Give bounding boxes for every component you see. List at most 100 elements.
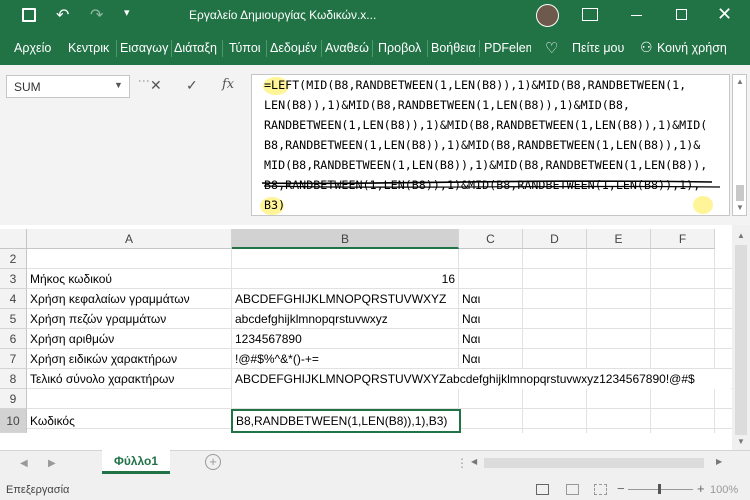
formula-line: =LEFT(MID(B8,RANDBETWEEN(1,LEN(B8)),1)&M… (264, 78, 687, 92)
tab-separator (321, 40, 322, 57)
scroll-down-icon[interactable]: ▼ (736, 203, 744, 212)
title-bar: ↶ ↷ ▾ Εργαλείο Δημιουργίας Κωδικών.x... … (0, 0, 750, 32)
tab-separator (372, 40, 373, 57)
formula-line: B3) (264, 198, 286, 212)
page-break-icon[interactable] (594, 484, 607, 495)
next-sheet-icon[interactable]: ▶ (48, 458, 56, 469)
scroll-left-icon[interactable]: ◀ (471, 457, 477, 466)
tab-data[interactable]: Δεδομέν (270, 41, 317, 55)
tab-separator (427, 40, 428, 57)
maximize-button[interactable] (676, 9, 687, 20)
cell-c7[interactable]: Ναι (459, 349, 480, 369)
cancel-icon[interactable]: ✕ (150, 77, 162, 94)
scroll-up-icon[interactable]: ▲ (737, 231, 745, 240)
share-button[interactable]: Κοινή χρήση (657, 41, 727, 55)
ribbon-tabs: Αρχείο Κεντρικ Εισαγωγ Διάταξη Τύποι Δεδ… (0, 32, 750, 65)
scroll-right-icon[interactable]: ▶ (716, 457, 722, 466)
select-all-corner[interactable] (0, 229, 27, 249)
cell-b8[interactable]: ABCDEFGHIJKLMNOPQRSTUVWXYZabcdefghijklmn… (232, 369, 731, 389)
cell-a5[interactable]: Χρήση πεζών γραμμάτων (27, 309, 166, 329)
sheet-tab-active[interactable]: Φύλλο1 (102, 450, 170, 474)
tab-insert[interactable]: Εισαγωγ (120, 41, 168, 55)
horizontal-scrollbar[interactable]: ◀ ▶ (468, 455, 730, 471)
column-header-a[interactable]: A (27, 229, 232, 249)
name-box[interactable]: SUM (6, 75, 130, 98)
tab-file[interactable]: Αρχείο (14, 41, 51, 55)
customize-toolbar-icon[interactable]: ▾ (124, 6, 130, 19)
cell-b7[interactable]: !@#$%^&*()-+= (232, 349, 319, 369)
save-icon[interactable] (22, 8, 36, 22)
zoom-out-icon[interactable]: − (617, 481, 625, 496)
undo-icon[interactable]: ↶ (56, 5, 69, 25)
column-header-e[interactable]: E (587, 229, 651, 249)
formula-input[interactable]: =LEFT(MID(B8,RANDBETWEEN(1,LEN(B8)),1)&M… (251, 74, 730, 216)
formula-line: B8,RANDBETWEEN(1,LEN(B8)),1)&MID(B8,RAND… (264, 138, 701, 152)
worksheet-grid: A B C D E F 2 3 4 5 6 7 8 9 10 Μήκος κωδ… (0, 225, 750, 450)
tab-formulas[interactable]: Τύποι (229, 41, 261, 55)
column-header-c[interactable]: C (459, 229, 523, 249)
status-mode: Επεξεργασία (6, 484, 70, 496)
name-box-dropdown-icon[interactable]: ▼ (114, 80, 123, 90)
formula-line: MID(B8,RANDBETWEEN(1,LEN(B8)),1)&MID(B8,… (264, 158, 708, 172)
cell-b4[interactable]: ABCDEFGHIJKLMNOPQRSTUVWXYZ (232, 289, 446, 309)
cell-a3[interactable]: Μήκος κωδικού (27, 269, 232, 289)
tab-home[interactable]: Κεντρικ (68, 41, 109, 55)
formula-scrollbar[interactable]: ▲ ▼ (732, 74, 747, 216)
formula-line: RANDBETWEEN(1,LEN(B8)),1)&MID(B8,RANDBET… (264, 118, 708, 132)
tab-separator (479, 40, 480, 57)
close-button[interactable]: ✕ (717, 4, 732, 25)
zoom-slider[interactable] (628, 484, 693, 494)
status-bar: Επεξεργασία − + 100% (0, 480, 750, 500)
formula-bar-dots-icon: ⋮ (137, 75, 151, 87)
tab-review[interactable]: Αναθεώ (325, 41, 369, 55)
add-sheet-icon[interactable]: + (205, 454, 221, 470)
cell-c4[interactable]: Ναι (459, 289, 480, 309)
sheet-tab-bar: ◀ ▶ Φύλλο1 + ⋮ ◀ ▶ (0, 450, 750, 480)
account-avatar[interactable] (536, 4, 559, 27)
cell-c6[interactable]: Ναι (459, 329, 480, 349)
redo-icon[interactable]: ↷ (90, 5, 103, 25)
scroll-thumb[interactable] (484, 458, 704, 468)
formula-area: SUM ▼ ⋮ ✕ ✓ fx =LEFT(MID(B8,RANDBETWEEN(… (0, 65, 750, 225)
cell-a8[interactable]: Τελικό σύνολο χαρακτήρων (27, 369, 174, 389)
normal-view-icon[interactable] (536, 484, 549, 495)
cell-a4[interactable]: Χρήση κεφαλαίων γραμμάτων (27, 289, 190, 309)
column-header-b[interactable]: B (232, 229, 459, 249)
cell-a10[interactable]: Κωδικός (27, 411, 75, 431)
zoom-in-icon[interactable]: + (697, 481, 705, 496)
sheet-bar-dots-icon: ⋮ (456, 456, 468, 470)
cell-a7[interactable]: Χρήση ειδικών χαρακτήρων (27, 349, 177, 369)
formula-line: B8,RANDBETWEEN(1,LEN(B8)),1)&MID(B8,RAND… (264, 178, 701, 192)
scroll-thumb[interactable] (736, 185, 744, 201)
tab-pdfelement[interactable]: PDFelem (484, 41, 531, 55)
cell-b3[interactable]: 16 (232, 269, 459, 289)
enter-icon[interactable]: ✓ (186, 77, 198, 94)
sheet-tab-label: Φύλλο1 (113, 454, 159, 468)
column-header-d[interactable]: D (523, 229, 587, 249)
zoom-level[interactable]: 100% (710, 484, 738, 496)
tab-layout[interactable]: Διάταξη (174, 41, 217, 55)
scroll-up-icon[interactable]: ▲ (736, 77, 744, 86)
cell-c5[interactable]: Ναι (459, 309, 480, 329)
tab-help[interactable]: Βοήθεια (431, 41, 476, 55)
tab-view[interactable]: Προβολ (378, 41, 421, 55)
page-layout-icon[interactable] (566, 484, 579, 495)
scroll-thumb[interactable] (735, 245, 747, 435)
insert-function-button[interactable]: fx (222, 77, 234, 92)
tab-separator (116, 40, 117, 57)
cell-b10-editing[interactable]: B8,RANDBETWEEN(1,LEN(B8)),1),B3) (231, 409, 461, 433)
prev-sheet-icon[interactable]: ◀ (20, 458, 28, 469)
person-icon: ⚇ (640, 39, 653, 55)
cell-b6[interactable]: 1234567890 (232, 329, 302, 349)
cell-a6[interactable]: Χρήση αριθμών (27, 329, 114, 349)
column-header-f[interactable]: F (651, 229, 715, 249)
zoom-slider-thumb[interactable] (658, 484, 661, 494)
scroll-down-icon[interactable]: ▼ (737, 437, 745, 446)
tell-me-search[interactable]: Πείτε μου (572, 41, 624, 55)
tab-separator (222, 40, 223, 57)
minimize-button[interactable] (631, 15, 642, 16)
vertical-scrollbar[interactable]: ▲ ▼ (732, 225, 750, 450)
cell-b5[interactable]: abcdefghijklmnopqrstuvwxyz (232, 309, 388, 329)
lightbulb-icon: ♡ (545, 40, 559, 57)
ribbon-options-icon[interactable] (582, 8, 598, 21)
